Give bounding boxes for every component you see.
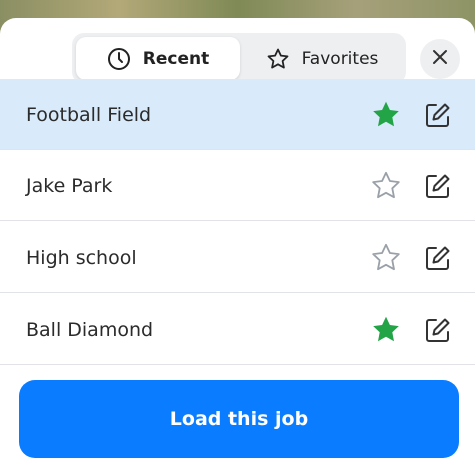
job-name: High school <box>26 246 137 269</box>
job-name: Jake Park <box>26 174 113 197</box>
favorite-star-icon[interactable] <box>370 242 402 274</box>
load-job-button[interactable]: Load this job <box>19 380 459 458</box>
job-row[interactable]: High school <box>0 222 475 293</box>
tab-favorites-label: Favorites <box>301 48 379 69</box>
clock-icon <box>107 47 131 71</box>
job-name: Football Field <box>26 103 152 126</box>
segmented-tabs: Recent Favorites <box>72 33 406 84</box>
job-row[interactable]: Jake Park <box>0 150 475 221</box>
close-button[interactable] <box>420 39 460 79</box>
tab-recent-label: Recent <box>142 48 210 69</box>
edit-icon[interactable] <box>424 316 452 344</box>
close-icon <box>432 49 448 69</box>
job-name: Ball Diamond <box>26 318 154 341</box>
tab-recent[interactable]: Recent <box>76 37 240 80</box>
favorite-star-icon[interactable] <box>370 99 402 131</box>
job-row[interactable]: Football Field <box>0 79 475 150</box>
star-outline-icon <box>266 47 290 71</box>
load-job-label: Load this job <box>169 408 309 430</box>
edit-icon[interactable] <box>424 101 452 129</box>
favorite-star-icon[interactable] <box>370 314 402 346</box>
edit-icon[interactable] <box>424 244 452 272</box>
edit-icon[interactable] <box>424 172 452 200</box>
job-row[interactable]: Ball Diamond <box>0 294 475 365</box>
favorite-star-icon[interactable] <box>370 170 402 202</box>
tab-favorites[interactable]: Favorites <box>242 37 402 80</box>
